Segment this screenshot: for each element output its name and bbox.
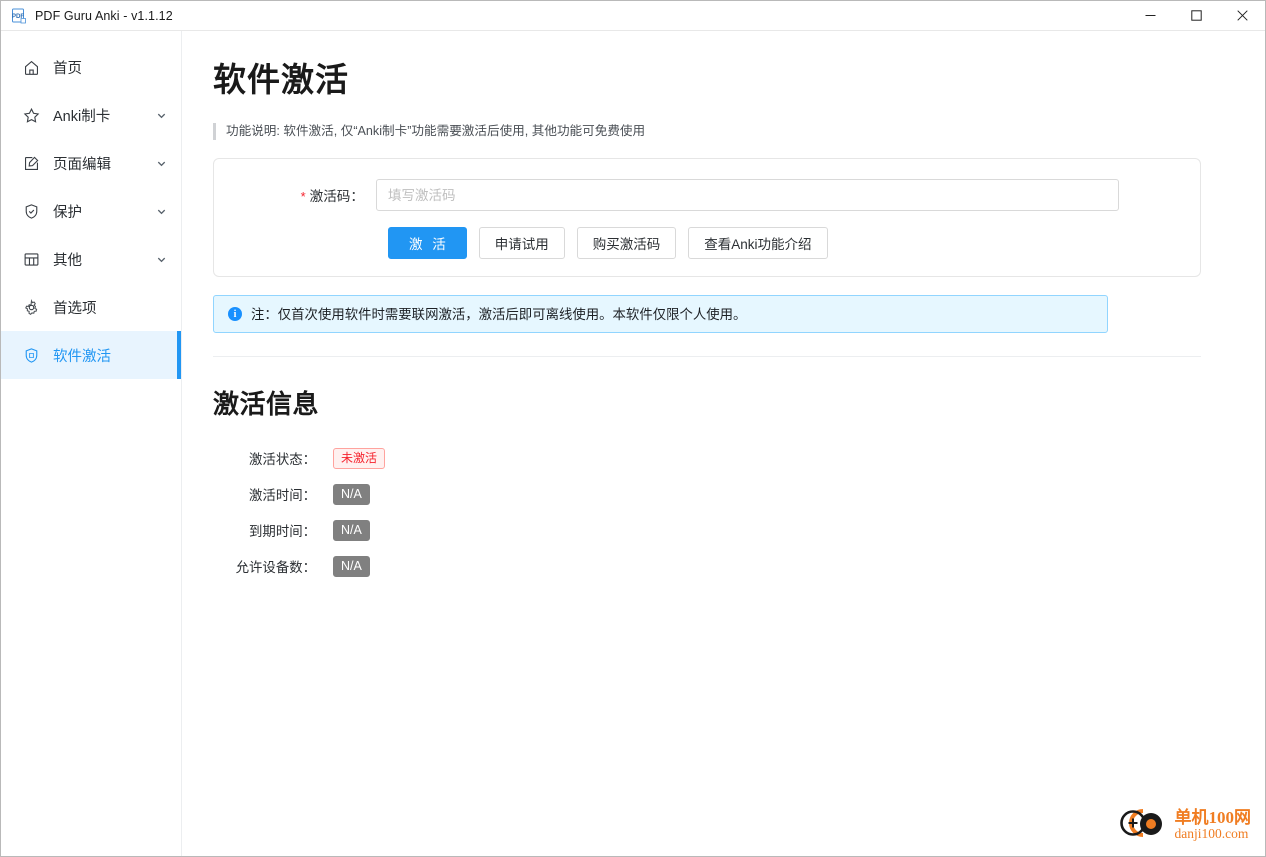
watermark-domain: danji100.com [1174,826,1249,842]
info-alert: i 注：仅首次使用软件时需要联网激活，激活后即可离线使用。本软件仅限个人使用。 [213,295,1108,333]
sidebar-item-label: 保护 [53,204,82,221]
info-row-device-count: 允许设备数： N/A [213,555,1201,577]
gear-icon [23,298,40,316]
watermark-logo-icon [1113,803,1171,848]
sidebar-item-anki-cards[interactable]: Anki制卡 [1,91,181,139]
sidebar-item-protect[interactable]: 保护 [1,187,181,235]
close-button[interactable] [1219,1,1265,31]
sidebar-item-label: 首选项 [53,300,97,317]
edit-icon [23,155,40,172]
watermark-name: 单机100网 [1174,808,1252,828]
activate-button[interactable]: 激 活 [388,227,467,259]
request-trial-button[interactable]: 申请试用 [478,227,565,259]
sidebar-item-label: 页面编辑 [53,156,111,173]
activation-code-input[interactable] [376,179,1119,211]
info-label: 激活状态： [249,452,316,467]
pdf-icon: PDF [11,8,27,24]
sidebar-item-label: 首页 [53,60,82,77]
page-description: 功能说明: 软件激活, 仅“Anki制卡”功能需要激活后使用, 其他功能可免费使… [213,123,1201,140]
chevron-down-icon[interactable] [155,109,167,121]
watermark-text: 单机100网 danji100.com [1175,809,1252,841]
expiry-time-value: N/A [333,519,370,541]
page-title: 软件激活 [213,61,349,98]
form-button-row: 激 活 申请试用 购买激活码 查看Anki功能介绍 [214,227,1200,259]
activation-code-label: * 激活码： [214,185,376,205]
sidebar-item-other[interactable]: 其他 [1,235,181,283]
sidebar-item-home[interactable]: 首页 [1,43,181,91]
status-badge: 未激活 [333,447,386,469]
grid-icon [23,251,40,268]
watermark: 单机100网 danji100.com [1113,803,1252,848]
activation-form-card: *激活码： 激 活 申请试用 购买激活码 查看Anki功能介绍 [213,158,1201,277]
sidebar-item-label: Anki制卡 [53,108,111,125]
app-window: PDF PDF Guru Anki - v1.1.12 首页 Anki制卡 页面… [0,0,1266,857]
sidebar-item-activation[interactable]: 软件激活 [1,331,181,379]
activation-code-row: * 激活码： [214,179,1200,211]
app-title: PDF Guru Anki - v1.1.12 [35,8,173,23]
shield-icon [23,347,40,364]
info-alert-text: 注：仅首次使用软件时需要联网激活，激活后即可离线使用。本软件仅限个人使用。 [251,306,747,322]
home-icon [23,59,40,76]
view-anki-features-button[interactable]: 查看Anki功能介绍 [688,227,828,259]
star-icon [23,107,40,124]
sidebar-item-label: 其他 [53,252,82,269]
info-row-status: 激活状态： 未激活 [213,447,1201,469]
info-row-activation-time: 激活时间： N/A [213,483,1201,505]
minimize-button[interactable] [1127,1,1173,31]
activation-time-value: N/A [333,483,370,505]
chevron-down-icon[interactable] [155,205,167,217]
main-content: 软件激活 功能说明: 软件激活, 仅“Anki制卡”功能需要激活后使用, 其他功… [182,31,1265,856]
info-row-expiry-time: 到期时间： N/A [213,519,1201,541]
title-bar: PDF PDF Guru Anki - v1.1.12 [1,1,1265,31]
activation-info-title: 激活信息 [213,389,320,419]
chevron-down-icon[interactable] [155,157,167,169]
maximize-button[interactable] [1173,1,1219,31]
sidebar-item-preferences[interactable]: 首选项 [1,283,181,331]
info-label: 允许设备数： [235,560,316,575]
buy-activation-code-button[interactable]: 购买激活码 [576,227,677,259]
section-divider [213,356,1201,357]
device-count-value: N/A [333,555,370,577]
info-label: 到期时间： [249,524,316,539]
activation-code-label-text: 激活码： [309,189,364,204]
body-wrapper: 首页 Anki制卡 页面编辑 保护 其他 首选项 软件激活 软件激活 功能说明:… [1,31,1265,856]
required-marker: * [300,189,306,204]
info-circle-icon: i [228,307,242,321]
info-label: 激活时间： [249,488,316,503]
chevron-down-icon[interactable] [155,253,167,265]
title-bar-left: PDF PDF Guru Anki - v1.1.12 [1,8,173,24]
shield-check-icon [23,203,40,220]
window-controls [1127,1,1265,31]
sidebar: 首页 Anki制卡 页面编辑 保护 其他 首选项 软件激活 [1,31,182,856]
sidebar-item-page-edit[interactable]: 页面编辑 [1,139,181,187]
sidebar-item-label: 软件激活 [53,348,111,365]
